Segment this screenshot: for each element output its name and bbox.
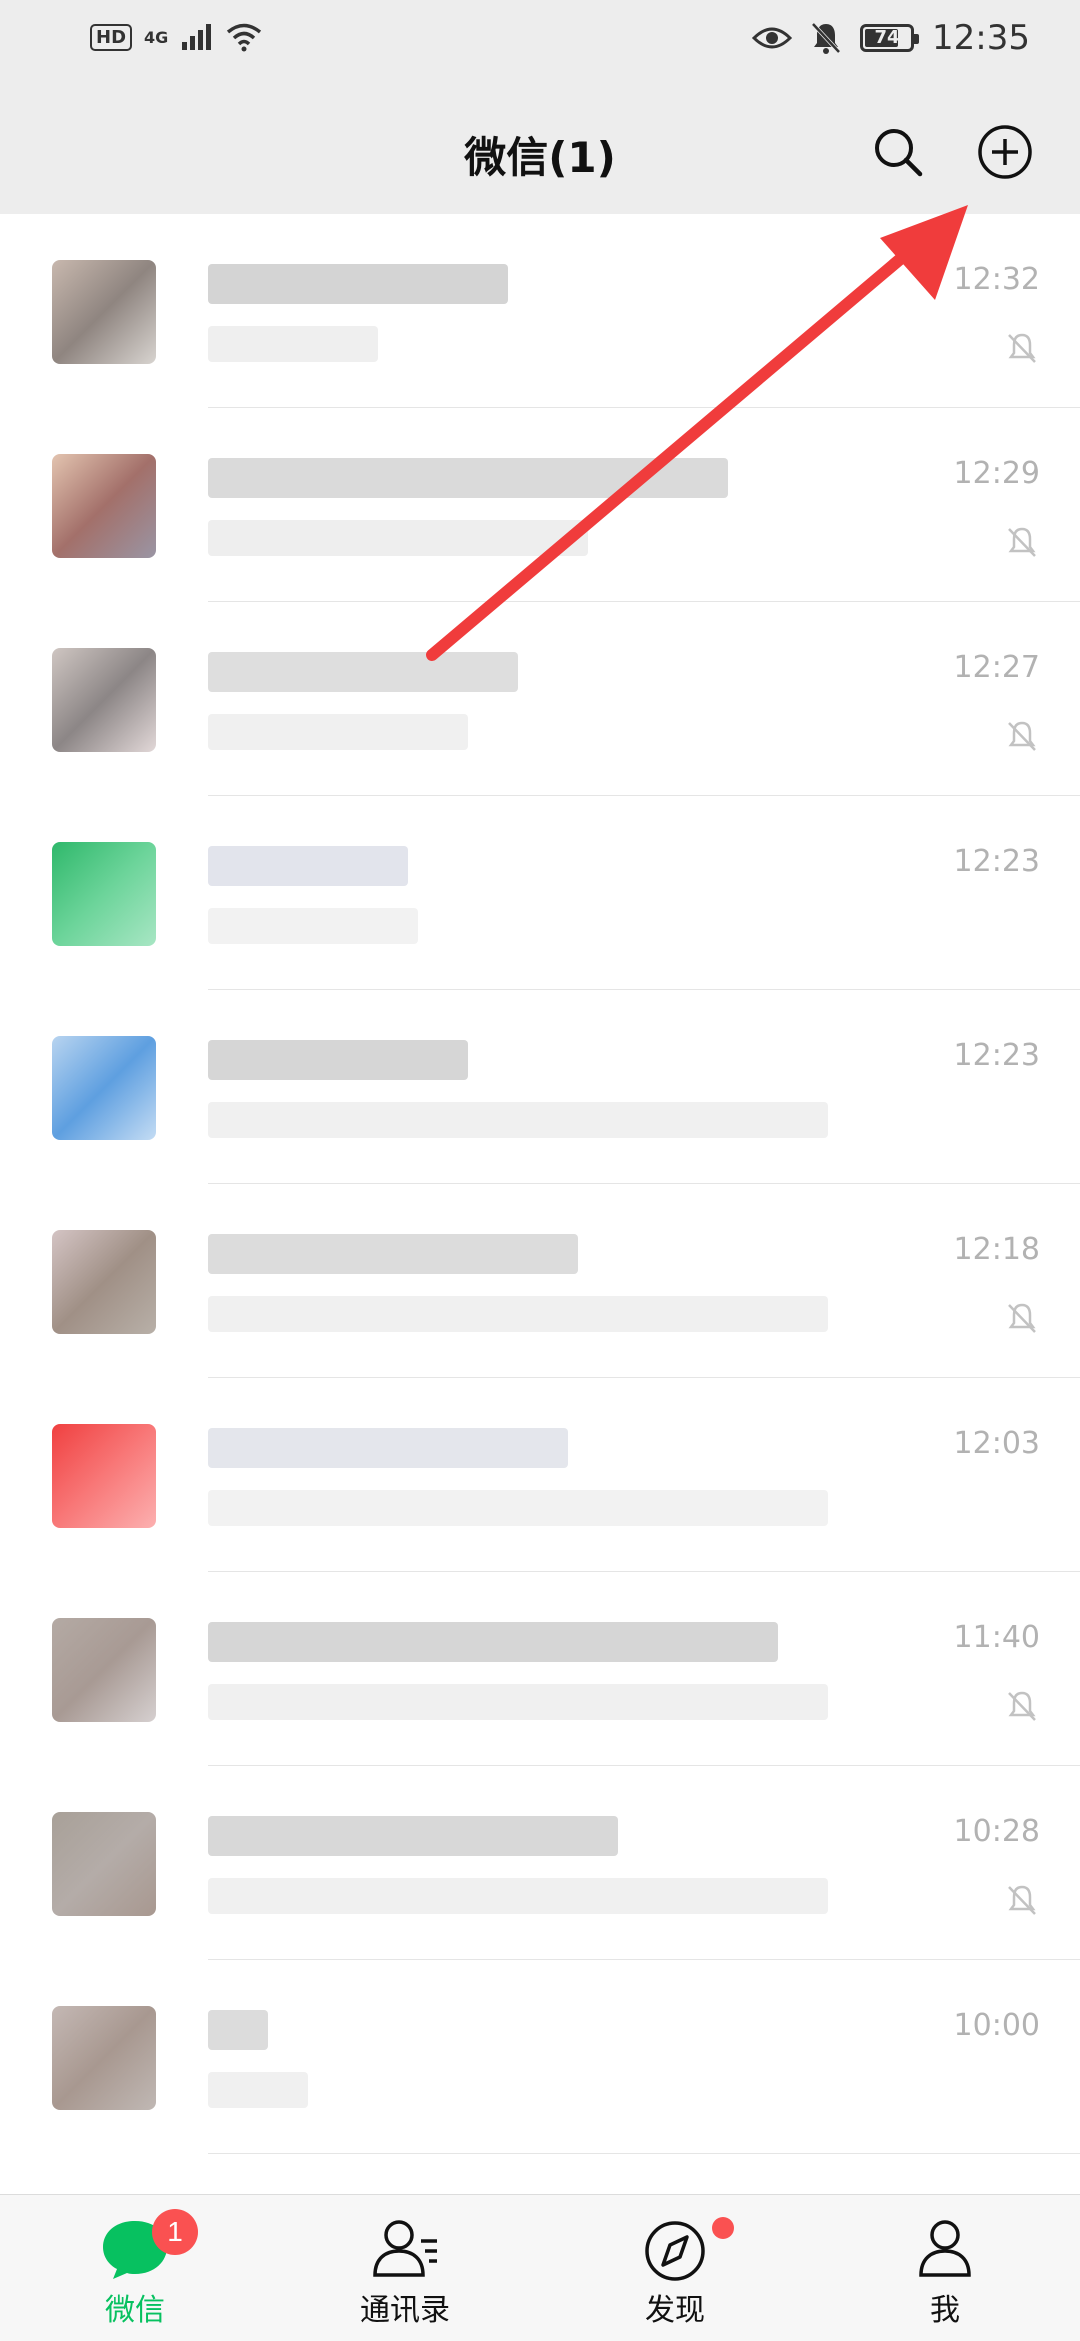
chat-preview-redacted: [208, 1296, 828, 1332]
chat-name-redacted: [208, 652, 518, 692]
chat-item[interactable]: 12:27: [0, 602, 1080, 796]
chat-item[interactable]: 12:32: [0, 214, 1080, 408]
mute-bell-icon: [1008, 1691, 1036, 1721]
chat-avatar: [52, 1424, 156, 1528]
chat-time: 12:03: [953, 1426, 1040, 1461]
chat-preview-redacted: [208, 1490, 828, 1526]
contacts-icon: [373, 2220, 437, 2277]
chat-name-redacted: [208, 1234, 578, 1274]
chat-avatar: [52, 842, 156, 946]
top-bar: 微信(1): [0, 84, 1080, 214]
battery-cap: [914, 34, 920, 44]
chat-time: 10:00: [953, 2008, 1040, 2043]
battery-icon: 74: [860, 24, 920, 52]
chat-name-redacted: [208, 1622, 778, 1662]
tab-label: 微信: [105, 2293, 165, 2328]
tab-chats[interactable]: 1 微信: [0, 2195, 270, 2341]
chat-preview-redacted: [208, 1684, 828, 1720]
tab-label: 通讯录: [360, 2293, 450, 2328]
battery-level: 74: [874, 27, 900, 48]
chat-item[interactable]: 12:29: [0, 408, 1080, 602]
chat-time: 11:40: [953, 1620, 1040, 1655]
tab-label: 我: [930, 2293, 960, 2328]
signal-icon: [182, 24, 212, 50]
chat-preview-redacted: [208, 2072, 308, 2108]
network-type: 4G: [144, 27, 169, 47]
row-divider: [208, 2153, 1080, 2154]
chat-name-redacted: [208, 2010, 268, 2050]
chat-item[interactable]: 10:00: [0, 1960, 1080, 2154]
chat-time: 12:29: [953, 456, 1040, 491]
chat-time: 12:32: [953, 262, 1040, 297]
chat-preview-redacted: [208, 326, 378, 362]
chat-item[interactable]: 11:40: [0, 1572, 1080, 1766]
tab-label: 发现: [645, 2293, 705, 2328]
tab-discover[interactable]: 发现: [540, 2195, 810, 2341]
chat-avatar: [52, 1036, 156, 1140]
status-right: 74 12:35: [752, 18, 1030, 58]
chat-time: 12:27: [953, 650, 1040, 685]
chat-avatar: [52, 1230, 156, 1334]
chat-name-redacted: [208, 846, 408, 886]
hd-indicator: HD: [90, 23, 133, 51]
chat-time: 10:28: [953, 1814, 1040, 1849]
status-bar: HD 4G 74 12:35: [0, 0, 1080, 84]
mute-bell-icon: [1008, 1885, 1036, 1915]
chat-avatar: [52, 1618, 156, 1722]
compass-icon: [645, 2221, 705, 2281]
person-icon: [919, 2220, 971, 2277]
add-menu-button[interactable]: [975, 122, 1035, 182]
mute-bell-icon: [1008, 333, 1036, 363]
chat-preview-redacted: [208, 1102, 828, 1138]
chat-time: 12:23: [953, 1038, 1040, 1073]
chat-item[interactable]: 12:03: [0, 1378, 1080, 1572]
search-icon: [875, 129, 923, 177]
chat-avatar: [52, 2006, 156, 2110]
chat-name-redacted: [208, 1816, 618, 1856]
eye-icon: [752, 27, 793, 49]
search-button[interactable]: [868, 122, 928, 182]
chat-avatar: [52, 648, 156, 752]
bottom-tab-bar: 1 微信 通讯录 发现 我: [0, 2194, 1080, 2341]
chat-name-redacted: [208, 458, 728, 498]
chat-name-redacted: [208, 264, 508, 304]
chat-item[interactable]: 12:18: [0, 1184, 1080, 1378]
wifi-icon: [227, 23, 262, 52]
mute-bell-icon: [1008, 721, 1036, 751]
chat-time: 12:23: [953, 844, 1040, 879]
plus-circle-icon: [978, 125, 1032, 179]
chat-list: 12:32 12:29 12:27 12:23 12:23 12:18 12:0…: [0, 214, 1080, 2194]
mute-bell-icon: [1008, 1303, 1036, 1333]
chat-name-redacted: [208, 1040, 468, 1080]
chat-preview-redacted: [208, 1878, 828, 1914]
status-left: HD 4G: [90, 22, 262, 52]
chat-avatar: [52, 454, 156, 558]
chat-preview-redacted: [208, 714, 468, 750]
chat-name-redacted: [208, 1428, 568, 1468]
tab-me[interactable]: 我: [810, 2195, 1080, 2341]
unread-badge: 1: [152, 2209, 198, 2255]
status-time: 12:35: [932, 18, 1030, 58]
chat-avatar: [52, 1812, 156, 1916]
chat-preview-redacted: [208, 908, 418, 944]
silent-bell-icon: [811, 22, 841, 54]
chat-preview-redacted: [208, 520, 588, 556]
chat-item[interactable]: 12:23: [0, 796, 1080, 990]
chat-time: 12:18: [953, 1232, 1040, 1267]
mute-bell-icon: [1008, 527, 1036, 557]
new-content-dot: [712, 2217, 734, 2239]
chat-item[interactable]: 12:23: [0, 990, 1080, 1184]
chat-avatar: [52, 260, 156, 364]
chat-item[interactable]: 10:28: [0, 1766, 1080, 1960]
tab-contacts[interactable]: 通讯录: [270, 2195, 540, 2341]
